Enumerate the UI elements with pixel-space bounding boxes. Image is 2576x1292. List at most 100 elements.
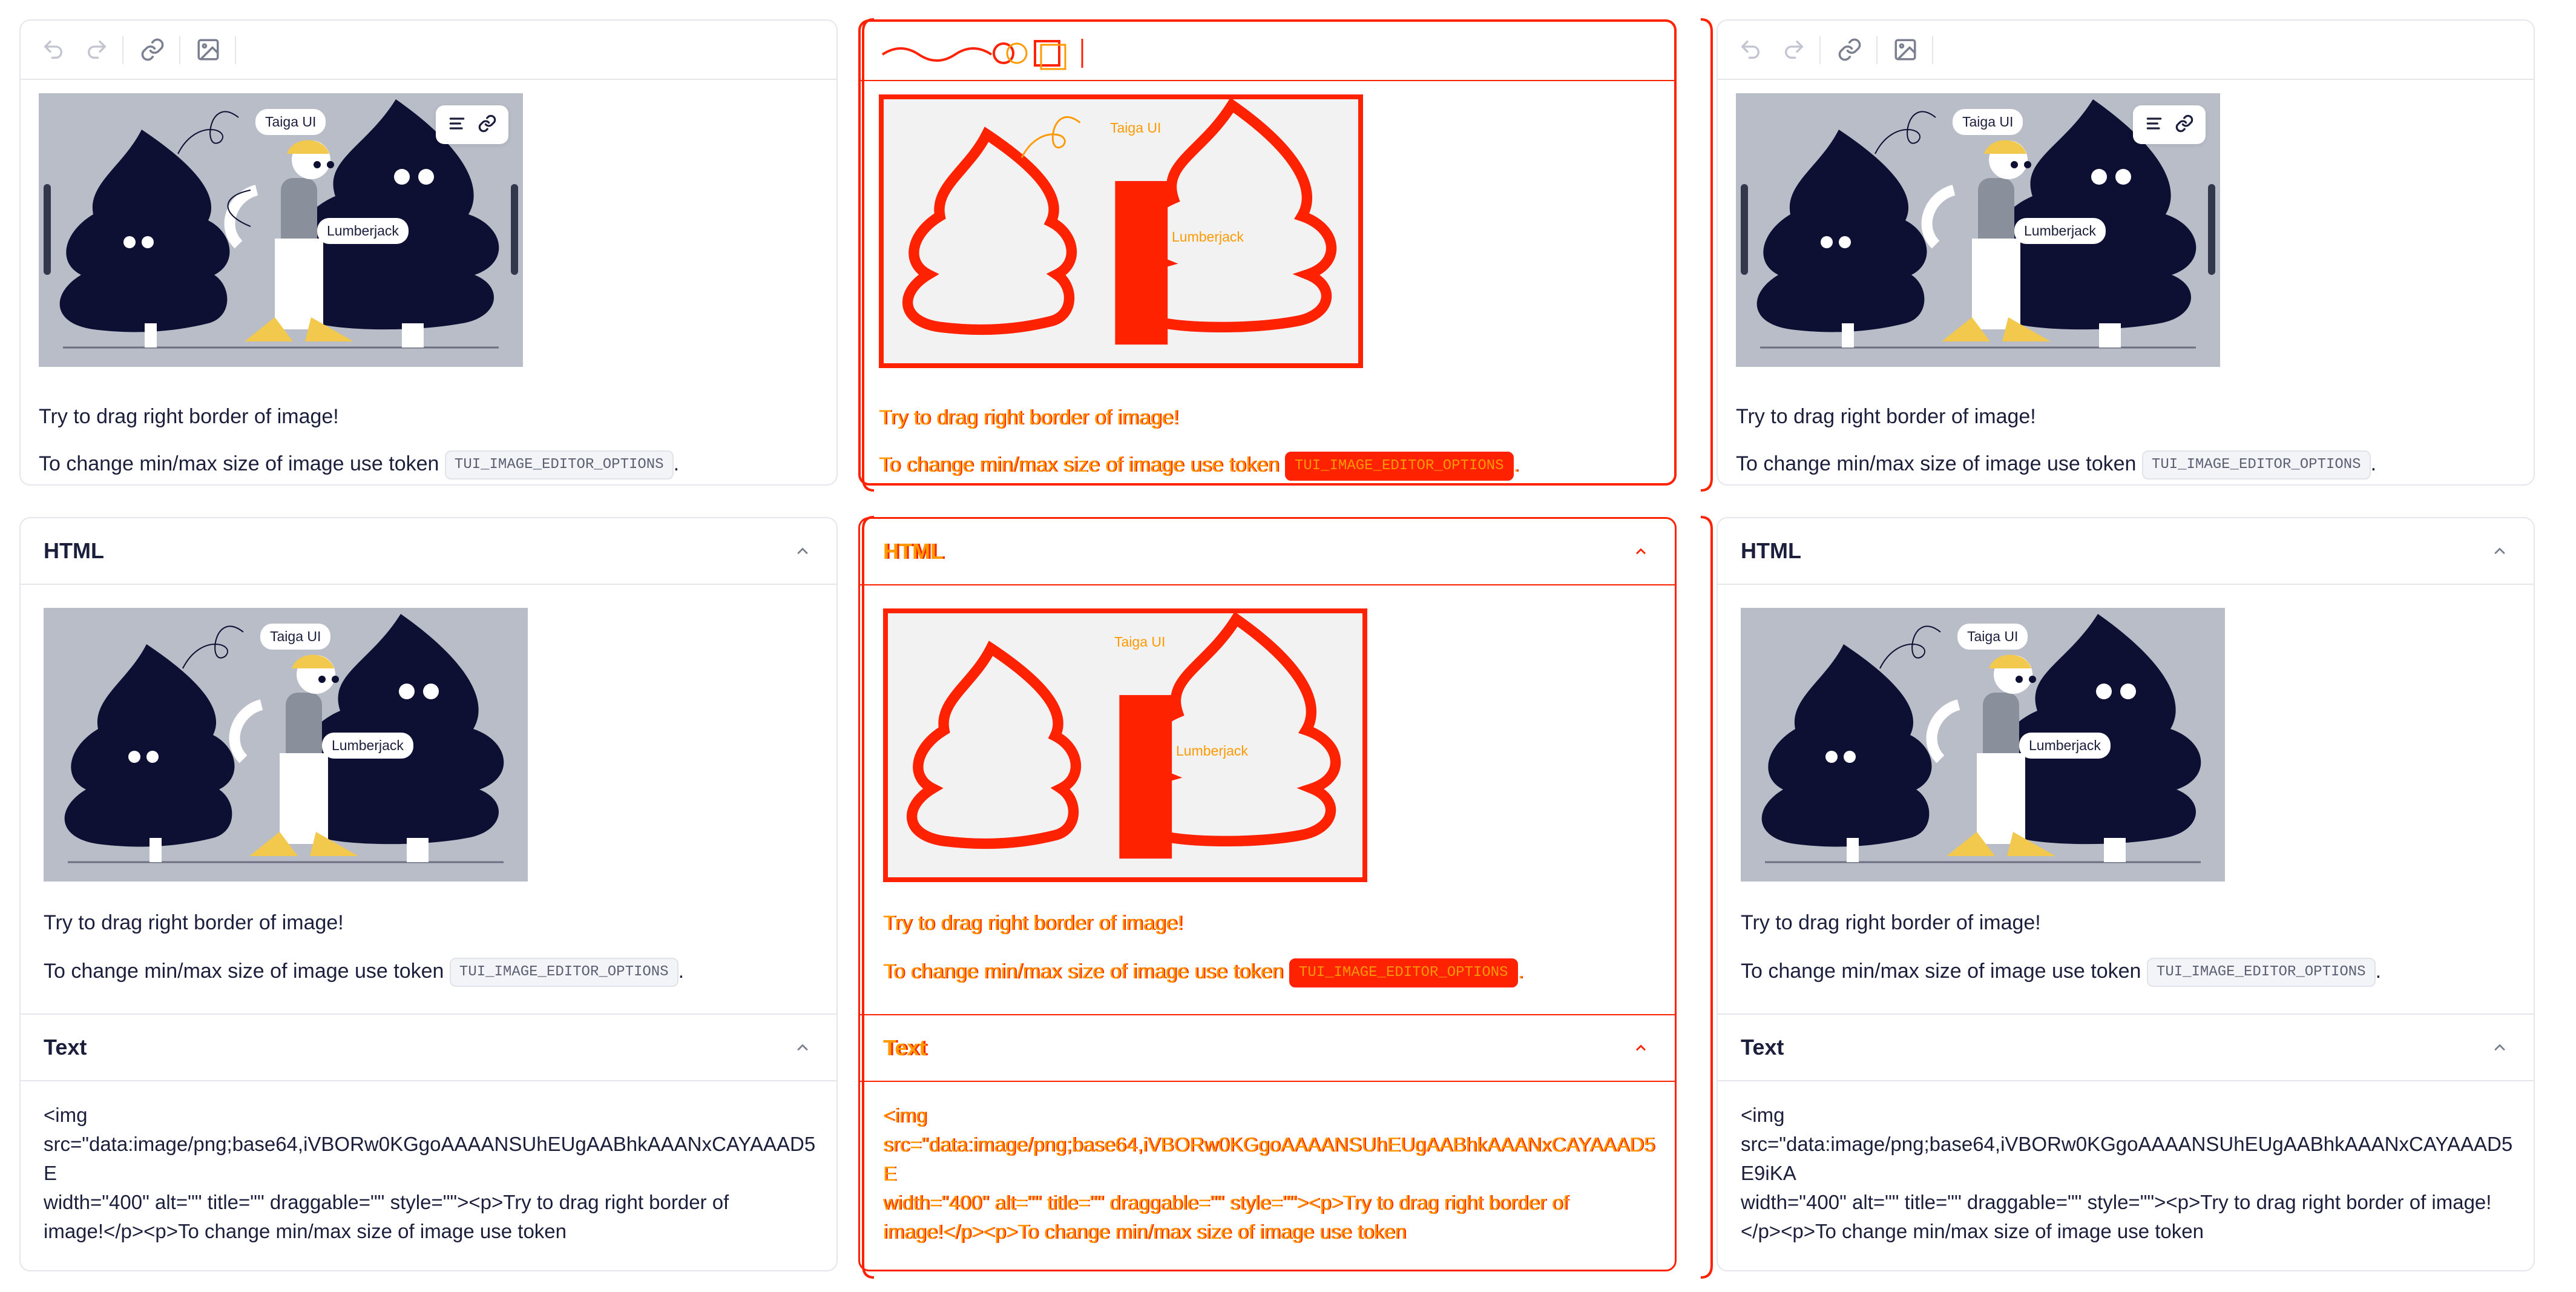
undo-icon[interactable] — [1733, 35, 1767, 64]
link-icon[interactable] — [2175, 114, 2194, 136]
token-instruction-prefix: To change min/max size of image use toke… — [883, 960, 1284, 983]
token-instruction-diff: To change min/max size of image use toke… — [883, 957, 1524, 988]
instruction-text: Try to drag right border of image! — [1736, 405, 2036, 428]
html-accordion-header-diff: HTML — [860, 519, 1675, 584]
lumberjack-label-diff: Lumberjack — [1172, 229, 1244, 245]
chevron-up-icon[interactable] — [792, 1037, 813, 1058]
html-preview: Taiga UI Lumberjack Try to drag right bo… — [1741, 608, 2515, 987]
text-accordion-header[interactable]: Text — [21, 1015, 836, 1080]
taiga-ui-label: Taiga UI — [255, 109, 326, 135]
token-instruction-suffix: . — [673, 452, 680, 475]
token-code: TUI_IMAGE_EDITOR_OPTIONS — [1284, 452, 1514, 481]
toolbar-divider — [179, 36, 180, 64]
html-preview: Taiga UI Lumberjack Try to drag right bo… — [44, 608, 818, 987]
html-preview-diff: Taiga UI Lumberjack Try to drag right bo… — [883, 608, 1658, 988]
preview-image: Taiga UI Lumberjack — [1741, 608, 2225, 882]
resize-handle-left[interactable] — [44, 184, 51, 275]
divider — [860, 584, 1675, 585]
output-accordion: HTML Taiga UI Lumberjack Try to drag rig… — [1717, 517, 2535, 1271]
token-code: TUI_IMAGE_EDITOR_OPTIONS — [2146, 958, 2376, 987]
toolbar-divider — [235, 36, 236, 64]
html-accordion-header[interactable]: HTML — [1718, 518, 2534, 584]
instruction-text: Try to drag right border of image! — [39, 405, 339, 428]
editor-toolbar — [1718, 21, 2534, 80]
lumberjack-label: Lumberjack — [322, 733, 413, 759]
toolbar-diff-icons — [881, 39, 1083, 70]
toolbar-divider — [1876, 36, 1878, 64]
align-icon[interactable] — [447, 114, 467, 136]
output-accordion-diff: HTML Taiga UI Lumberjack Try to drag rig… — [858, 517, 1677, 1271]
text-output-diff: <img src="data:image/png;base64,iVBORw0K… — [883, 1104, 1655, 1253]
text-output: <img src="data:image/png;base64,iVBORw0K… — [44, 1104, 816, 1252]
editor-content[interactable]: Taiga UI Lumberjack Try to drag right bo… — [39, 93, 821, 480]
text-accordion-title: Text — [44, 1035, 87, 1060]
chevron-up-icon — [1630, 1037, 1652, 1059]
lumberjack-label: Lumberjack — [2019, 733, 2111, 759]
divider — [1718, 1080, 2534, 1081]
token-instruction-suffix: . — [1517, 960, 1524, 983]
resize-handle-right[interactable] — [511, 184, 518, 275]
resize-handle-left[interactable] — [1741, 184, 1748, 275]
text-accordion-title-diff: Text — [883, 1035, 927, 1060]
chevron-up-icon[interactable] — [2489, 540, 2511, 562]
undo-icon[interactable] — [36, 35, 70, 64]
editor-content-diff: Taiga UI Lumberjack Try to drag right bo… — [879, 94, 1661, 481]
token-instruction-suffix: . — [2375, 960, 2382, 983]
divider — [860, 1081, 1675, 1082]
redo-icon[interactable] — [80, 35, 114, 64]
instruction-text-diff: Try to drag right border of image! — [879, 406, 1179, 429]
image-tools — [2133, 105, 2206, 144]
token-code: TUI_IMAGE_EDITOR_OPTIONS — [449, 958, 678, 987]
editor-card: Taiga UI Lumberjack Try to drag right bo… — [1717, 19, 2535, 486]
image-icon[interactable] — [191, 35, 225, 64]
column-diff: Taiga UI Lumberjack Try to drag right bo… — [858, 0, 1677, 1292]
output-accordion: HTML Taiga UI Lumberjack Try to drag rig… — [19, 517, 838, 1271]
preview-diff: Taiga UI Lumberjack — [883, 608, 1367, 882]
token-instruction-suffix: . — [2370, 452, 2377, 475]
instruction-text: Try to drag right border of image! — [44, 911, 344, 934]
html-accordion-title-diff: HTML — [883, 539, 944, 564]
token-code: TUI_IMAGE_EDITOR_OPTIONS — [444, 450, 674, 480]
taiga-ui-label-diff: Taiga UI — [1110, 120, 1162, 136]
token-code: TUI_IMAGE_EDITOR_OPTIONS — [2141, 450, 2371, 480]
taiga-ui-label-diff: Taiga UI — [1114, 634, 1166, 650]
token-instruction: To change min/max size of image use toke… — [1736, 449, 2376, 480]
html-accordion-title: HTML — [44, 538, 104, 563]
token-instruction-diff: To change min/max size of image use toke… — [879, 450, 1519, 481]
editor-content[interactable]: Taiga UI Lumberjack Try to drag right bo… — [1736, 93, 2518, 480]
toolbar-divider — [1932, 36, 1933, 64]
resize-handle-right[interactable] — [2208, 184, 2215, 275]
chevron-up-icon[interactable] — [2489, 1037, 2511, 1058]
token-instruction: To change min/max size of image use toke… — [1741, 957, 2381, 987]
token-instruction-prefix: To change min/max size of image use toke… — [44, 960, 444, 983]
token-instruction-prefix: To change min/max size of image use toke… — [879, 453, 1280, 476]
token-code: TUI_IMAGE_EDITOR_OPTIONS — [1289, 958, 1518, 988]
lumberjack-label-diff: Lumberjack — [1176, 743, 1248, 759]
token-instruction: To change min/max size of image use toke… — [44, 957, 684, 987]
text-accordion-header[interactable]: Text — [1718, 1015, 2534, 1080]
link-icon[interactable] — [1833, 35, 1867, 64]
illustration-image[interactable]: Taiga UI Lumberjack — [39, 93, 523, 367]
token-instruction-prefix: To change min/max size of image use toke… — [1736, 452, 2137, 475]
instruction-text-diff: Try to drag right border of image! — [883, 912, 1183, 935]
text-accordion-title: Text — [1741, 1035, 1784, 1060]
illustration-diff: Taiga UI Lumberjack — [879, 94, 1363, 368]
editor-card: Taiga UI Lumberjack Try to drag right bo… — [19, 19, 838, 486]
lumberjack-label: Lumberjack — [317, 218, 409, 244]
illustration-image[interactable]: Taiga UI Lumberjack — [1736, 93, 2220, 367]
image-tools — [436, 105, 508, 144]
html-accordion-header[interactable]: HTML — [21, 518, 836, 584]
editor-card-diff: Taiga UI Lumberjack Try to drag right bo… — [858, 19, 1677, 486]
taiga-ui-label: Taiga UI — [1957, 624, 2028, 650]
image-icon[interactable] — [1888, 35, 1922, 64]
redo-icon[interactable] — [1777, 35, 1811, 64]
toolbar-divider — [122, 36, 123, 64]
link-icon[interactable] — [136, 35, 169, 64]
chevron-up-icon[interactable] — [792, 540, 813, 562]
toolbar-divider — [1819, 36, 1821, 64]
align-icon[interactable] — [2144, 114, 2164, 136]
link-icon[interactable] — [478, 114, 497, 136]
text-accordion-header-diff: Text — [860, 1015, 1675, 1081]
column-actual: Taiga UI Lumberjack Try to drag right bo… — [1717, 0, 2535, 1292]
token-instruction: To change min/max size of image use toke… — [39, 449, 679, 480]
